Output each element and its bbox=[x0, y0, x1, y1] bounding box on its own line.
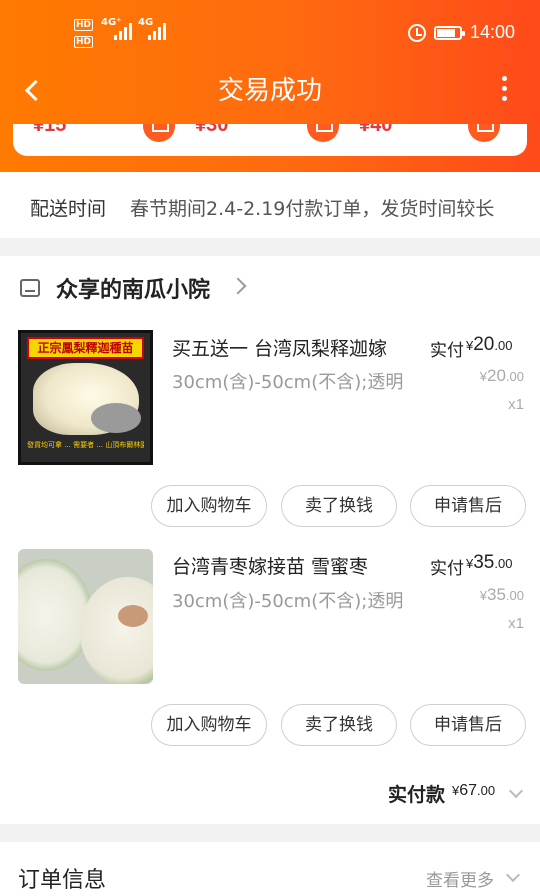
total-amount: ¥67.00 bbox=[452, 782, 496, 799]
item-spec: 30cm(含)-50cm(不含);透明 bbox=[172, 591, 404, 612]
add-to-cart-button[interactable]: 加入购物车 bbox=[151, 485, 267, 527]
page-title: 交易成功 bbox=[217, 76, 322, 106]
paid-label: 实付 bbox=[430, 341, 464, 361]
product-image-pineapple-sugar-apple[interactable]: 正宗鳳梨釋迦種苗 發貨均可拿 ... 需要者 ... 山頂布爾林園 bbox=[18, 330, 153, 465]
paid-label: 实付 bbox=[430, 559, 464, 579]
reco-price-2: ¥30 bbox=[195, 124, 229, 136]
item-title[interactable]: 买五送一 台湾凤梨释迦嫁 bbox=[172, 334, 387, 361]
chevron-right-icon[interactable] bbox=[229, 277, 247, 295]
add-to-cart-button[interactable]: 加入购物车 bbox=[151, 704, 267, 746]
after-sale-button[interactable]: 申请售后 bbox=[410, 704, 526, 746]
reco-price-3: ¥40 bbox=[359, 124, 393, 136]
view-more-link[interactable]: 查看更多 bbox=[426, 866, 494, 891]
store-icon bbox=[20, 279, 40, 297]
sell-button[interactable]: 卖了换钱 bbox=[281, 485, 397, 527]
cart-icon[interactable] bbox=[143, 124, 175, 142]
signal-icon bbox=[114, 22, 132, 40]
cart-icon[interactable] bbox=[307, 124, 339, 142]
image-banner: 正宗鳳梨釋迦種苗 bbox=[27, 337, 144, 359]
alarm-icon bbox=[408, 24, 426, 42]
chevron-down-icon[interactable] bbox=[508, 783, 524, 799]
item-quantity: x1 bbox=[508, 396, 524, 413]
image-caption: 發貨均可拿 ... 需要者 ... 山頂布爾林園 bbox=[27, 441, 144, 449]
fruit-half bbox=[18, 559, 92, 671]
status-bar: HD HD 4G⁺ 4G 14:00 bbox=[0, 0, 540, 64]
paid-amount: ¥35.00 bbox=[466, 552, 513, 573]
delivery-label: 配送时间 bbox=[30, 198, 107, 220]
delivery-info: 配送时间 春节期间2.4-2.19付款订单，发货时间较长 bbox=[0, 172, 540, 238]
order-info-section: 订单信息 查看更多 bbox=[0, 842, 540, 896]
more-icon[interactable] bbox=[494, 76, 514, 106]
paid-amount: ¥20.00 bbox=[466, 334, 513, 355]
after-sale-button[interactable]: 申请售后 bbox=[410, 485, 526, 527]
shop-name[interactable]: 众享的南瓜小院 bbox=[56, 272, 210, 304]
order-info-title: 订单信息 bbox=[18, 868, 107, 893]
product-image-jujube[interactable] bbox=[18, 549, 153, 684]
chevron-down-icon[interactable] bbox=[505, 867, 521, 883]
original-price: ¥35.00 bbox=[479, 585, 524, 604]
battery-icon bbox=[434, 26, 465, 40]
total-label: 实付款 bbox=[388, 784, 446, 806]
delivery-text: 春节期间2.4-2.19付款订单，发货时间较长 bbox=[130, 198, 495, 220]
fruit-seed bbox=[118, 605, 148, 627]
sell-button[interactable]: 卖了换钱 bbox=[281, 704, 397, 746]
hd-badge-2: HD bbox=[74, 36, 94, 48]
shop-card: 众享的南瓜小院 正宗鳳梨釋迦種苗 發貨均可拿 ... 需要者 ... 山頂布爾林… bbox=[0, 256, 540, 824]
item-title[interactable]: 台湾青枣嫁接苗 雪蜜枣 bbox=[172, 552, 368, 579]
recommendation-strip: ¥15 ¥30 ¥40 bbox=[13, 124, 527, 156]
hd-badge: HD bbox=[74, 19, 94, 31]
original-price: ¥20.00 bbox=[479, 366, 524, 385]
cart-icon[interactable] bbox=[468, 124, 500, 142]
signal-icon-2 bbox=[148, 22, 166, 40]
status-time: 14:00 bbox=[470, 22, 516, 42]
item-quantity: x1 bbox=[508, 615, 524, 632]
spoon-shape bbox=[91, 403, 141, 433]
reco-price-1: ¥15 bbox=[33, 124, 67, 136]
header-bar: HD HD 4G⁺ 4G 14:00 交易成功 ¥15 ¥30 ¥40 bbox=[0, 0, 540, 172]
item-spec: 30cm(含)-50cm(不含);透明 bbox=[172, 372, 404, 393]
fruit-half bbox=[80, 577, 153, 684]
